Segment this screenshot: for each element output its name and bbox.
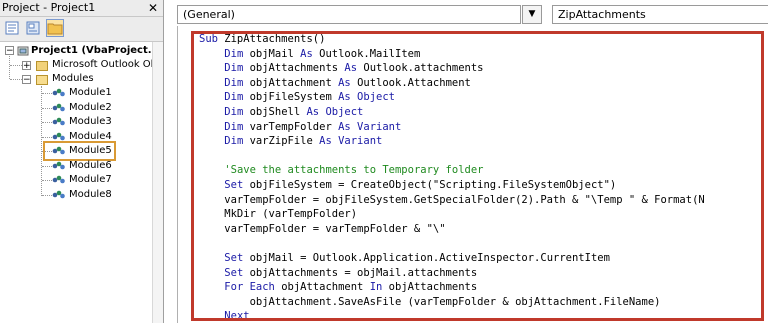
module-icon	[52, 117, 65, 126]
module-icon	[52, 103, 65, 111]
procedure-dropdown[interactable]: ZipAttachments	[552, 5, 768, 24]
folder-icon	[36, 61, 48, 71]
view-object-icon[interactable]	[24, 19, 42, 37]
project-explorer-pane: Project - Project1 ✕ − Project1 (VbaProj…	[0, 0, 164, 323]
tree-item-module[interactable]: Module1	[69, 86, 112, 100]
toggle-folders-icon[interactable]	[46, 19, 64, 37]
tree-item-module[interactable]: Module6	[69, 159, 112, 173]
module-icon	[52, 161, 65, 169]
project-pane-title: Project - Project1	[2, 1, 96, 14]
tree-item-module[interactable]: Module7	[69, 173, 112, 187]
view-code-icon[interactable]	[3, 19, 21, 37]
project-pane-scrollbar[interactable]	[152, 42, 163, 323]
chevron-down-icon[interactable]: ▼	[522, 5, 542, 24]
close-icon[interactable]: ✕	[148, 0, 158, 16]
expand-icon[interactable]: +	[22, 61, 31, 71]
object-dropdown[interactable]: (General)	[177, 5, 521, 24]
project-tree: − Project1 (VbaProject.OT + Microsoft Ou…	[0, 42, 163, 323]
module-icon	[52, 190, 65, 198]
project-pane-title-bar: Project - Project1 ✕	[0, 0, 163, 17]
object-dropdown-value: (General)	[183, 8, 235, 21]
tree-root-project[interactable]: Project1 (VbaProject.OT	[31, 44, 163, 58]
tree-item-module[interactable]: Module2	[69, 101, 112, 115]
collapse-icon[interactable]: −	[22, 75, 31, 85]
module-icon	[52, 175, 65, 184]
module-icon	[52, 132, 65, 140]
tree-item-modules-folder[interactable]: Modules	[52, 72, 94, 86]
tree-item-module[interactable]: Module3	[69, 115, 112, 129]
tree-item-module[interactable]: Module8	[69, 188, 112, 202]
tree-item-microsoft-objects[interactable]: Microsoft Outlook Object	[52, 58, 163, 72]
vba-project-icon	[17, 46, 29, 56]
open-folder-icon	[36, 75, 48, 85]
collapse-icon[interactable]: −	[5, 46, 14, 56]
procedure-dropdown-value: ZipAttachments	[558, 8, 646, 21]
project-pane-toolbar	[0, 17, 163, 42]
code-highlight-box	[191, 31, 764, 321]
module-icon	[52, 88, 65, 97]
